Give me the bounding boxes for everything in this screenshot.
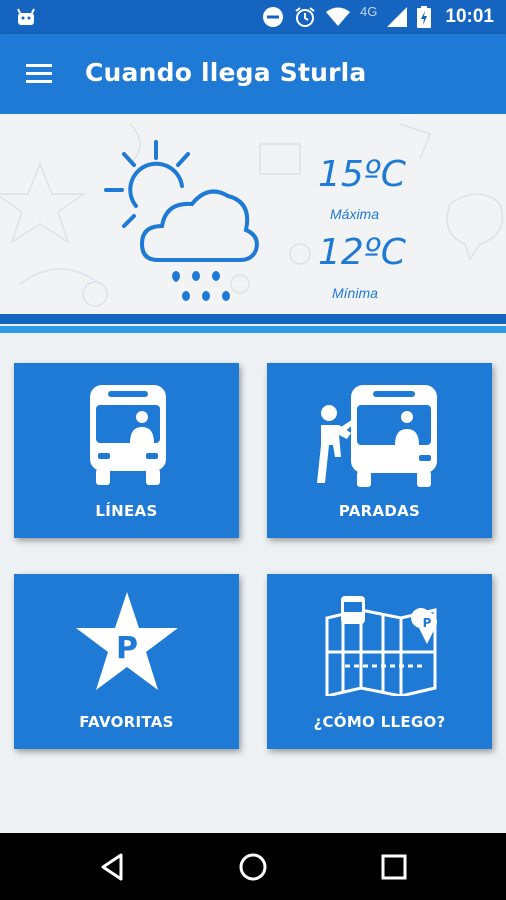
tile-favoritas-label: FAVORITAS — [79, 713, 174, 731]
app-bar: Cuando llega Sturla — [0, 34, 506, 114]
svg-text:P: P — [423, 616, 432, 630]
tile-lineas-label: LÍNEAS — [95, 502, 158, 520]
wifi-icon — [326, 7, 351, 26]
tile-lineas[interactable]: LÍNEAS — [14, 363, 239, 538]
tile-como-llego-label: ¿CÓMO LLEGO? — [313, 713, 446, 731]
max-temperature-label: Máxima — [330, 206, 380, 222]
android-icon — [17, 8, 35, 25]
status-bar: 4G 10:01 — [0, 0, 506, 34]
bus-front-icon — [90, 385, 166, 485]
star-parking-icon: P — [76, 592, 178, 690]
do-not-disturb-icon — [263, 7, 284, 27]
home-icon[interactable] — [237, 851, 269, 883]
max-temperature: 15ºC — [318, 154, 406, 195]
tile-favoritas[interactable]: P FAVORITAS — [14, 574, 239, 749]
divider-stripe-light — [0, 326, 506, 333]
weather-panel: 15ºC Máxima 12ºC Mínima — [0, 114, 506, 314]
navigation-bar — [0, 833, 506, 900]
signal-icon — [387, 7, 408, 27]
partly-cloudy-rain-icon — [104, 140, 259, 301]
min-temperature-label: Mínima — [332, 285, 378, 301]
tile-paradas[interactable]: PARADAS — [267, 363, 492, 538]
alarm-icon — [295, 7, 315, 27]
tile-paradas-label: PARADAS — [338, 502, 421, 520]
menu-grid: LÍNEAS PARADAS P FAVORITAS P ¿CÓMO LLEGO… — [0, 333, 506, 833]
app-title: Cuando llega Sturla — [85, 58, 367, 87]
bus-stop-boarding-icon — [317, 385, 437, 487]
network-type: 4G — [360, 3, 378, 19]
status-clock: 10:01 — [445, 6, 494, 27]
route-map-icon: P — [325, 596, 437, 696]
tile-como-llego[interactable]: P ¿CÓMO LLEGO? — [267, 574, 492, 749]
divider-stripe-dark — [0, 314, 506, 324]
battery-charging-icon — [417, 6, 432, 28]
hamburger-menu-icon[interactable] — [26, 64, 52, 84]
recents-icon[interactable] — [378, 851, 410, 883]
svg-text:P: P — [116, 631, 138, 666]
min-temperature: 12ºC — [318, 232, 406, 273]
back-icon[interactable] — [97, 851, 129, 883]
